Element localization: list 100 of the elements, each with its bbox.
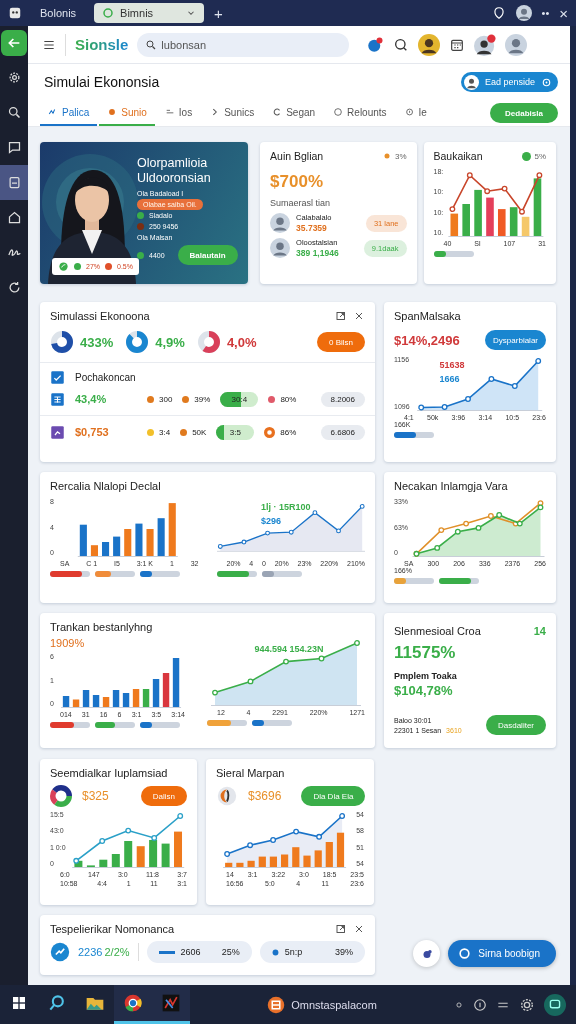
donut-value[interactable]: 4,9% xyxy=(155,334,185,350)
leaf-icon xyxy=(58,261,69,272)
donut-value[interactable]: 433% xyxy=(80,334,114,350)
simulate-button[interactable]: 0 Bilsn xyxy=(317,332,365,352)
browser-tab[interactable]: Bimnis xyxy=(94,3,205,23)
pill-value: 3:5 xyxy=(229,427,241,437)
notification-icon[interactable] xyxy=(366,35,385,54)
range-slider[interactable] xyxy=(207,720,247,726)
range-slider[interactable] xyxy=(50,722,90,728)
info-icon[interactable] xyxy=(473,997,487,1012)
range-slider[interactable] xyxy=(252,720,292,726)
browser-icon xyxy=(123,993,143,1013)
avatar[interactable] xyxy=(418,33,441,56)
range-slider[interactable] xyxy=(95,722,135,728)
growth-value[interactable]: 1909% xyxy=(50,637,185,649)
search-field[interactable]: lubonsan xyxy=(137,32,350,57)
range-slider[interactable] xyxy=(216,571,257,577)
document-icon xyxy=(6,175,22,190)
range-slider[interactable] xyxy=(433,251,474,257)
assistant-button[interactable]: Sirna boobign xyxy=(448,940,556,967)
taskbar-app[interactable] xyxy=(152,985,190,1024)
metric-value: 86% xyxy=(280,427,297,437)
card-value[interactable]: $325 xyxy=(82,789,109,803)
tab[interactable]: Sunics xyxy=(202,100,263,126)
chart-label: 944.594 154.23N xyxy=(254,644,324,654)
donut-value[interactable]: 4,0% xyxy=(226,334,257,350)
taskbar-title[interactable]: Omnstaspalacom xyxy=(291,998,377,1011)
chart-label: $296 xyxy=(261,516,283,527)
trend-icon xyxy=(50,942,70,962)
card-value[interactable]: $3696 xyxy=(248,789,282,803)
badge-value: 3% xyxy=(394,151,407,161)
more-button[interactable]: •• xyxy=(541,7,550,19)
range-slider[interactable] xyxy=(140,722,180,728)
search-icon xyxy=(145,38,158,51)
profile-button[interactable]: Ead penside xyxy=(460,72,558,92)
avatar xyxy=(463,74,479,90)
gauge-icon xyxy=(50,424,65,440)
avatar-with-badge[interactable] xyxy=(474,33,497,56)
card-title: Rercalia Nlalopi Declal xyxy=(50,480,161,492)
performance-value[interactable]: 2236 xyxy=(78,946,103,958)
hero-button[interactable]: Balautain xyxy=(177,245,238,265)
spending-button[interactable]: Dla Dla Ela xyxy=(301,786,366,806)
person-value[interactable]: 35.7359 xyxy=(296,223,360,233)
tab[interactable]: Ios xyxy=(156,100,201,126)
market-button[interactable]: Dysparbialar xyxy=(485,330,546,350)
chip-share: 39% xyxy=(335,947,353,957)
row-value[interactable]: 43,4% xyxy=(75,393,137,405)
card-title: Slenmesioal Croa xyxy=(394,625,481,637)
investment-button[interactable]: Dalisn xyxy=(140,786,187,806)
browser-tab[interactable]: Bolonis xyxy=(32,3,85,23)
shield-icon[interactable] xyxy=(491,6,506,20)
tab-icon xyxy=(333,107,344,117)
market-value[interactable]: $14%,2496 xyxy=(394,332,460,348)
chip-text: 2606 xyxy=(180,947,201,957)
tab[interactable]: Relounts xyxy=(325,100,395,126)
crop-amount[interactable]: $104,78% xyxy=(394,683,546,698)
badge-value: 5% xyxy=(534,151,546,161)
section-title[interactable]: Pochakoncan xyxy=(75,371,136,383)
assistant-icon-button[interactable] xyxy=(413,940,441,967)
person-value[interactable]: 389 1,1946 xyxy=(296,248,358,258)
expand-icon[interactable] xyxy=(335,923,347,935)
tab[interactable]: Ie xyxy=(396,100,435,126)
metric-value: 80% xyxy=(280,394,297,404)
range-slider[interactable] xyxy=(50,571,90,577)
donut-icon xyxy=(216,785,238,807)
caption[interactable]: Sumaerasl tian xyxy=(270,198,407,208)
performance-change[interactable]: 2/2% xyxy=(104,946,130,958)
card-title: Baukaikan xyxy=(433,150,483,162)
close-button[interactable]: × xyxy=(559,4,568,22)
badge-value[interactable]: 14 xyxy=(533,625,546,637)
metric-value: 50K xyxy=(192,427,207,437)
chat-icon[interactable] xyxy=(544,993,566,1016)
settings-icon[interactable] xyxy=(519,996,535,1013)
summary-value[interactable]: $700% xyxy=(270,172,407,192)
close-icon[interactable] xyxy=(353,310,365,322)
range-slider[interactable] xyxy=(394,432,434,438)
crop-button[interactable]: Dasdaliter xyxy=(486,715,546,735)
tab-icon xyxy=(107,107,118,117)
action-button[interactable]: Dedabisla xyxy=(490,103,558,123)
chart-label: 1lj · 15R100 xyxy=(261,502,311,513)
expand-icon[interactable] xyxy=(335,310,347,322)
crop-value[interactable]: 11575% xyxy=(394,643,546,663)
range-slider[interactable] xyxy=(140,571,180,577)
range-slider[interactable] xyxy=(439,578,479,584)
crop-label[interactable]: Pmplem Toaka xyxy=(394,671,546,681)
metric-value: 300 xyxy=(159,394,173,404)
value-chip: 6.6806 xyxy=(320,424,365,440)
card-title: Auin Bglian xyxy=(270,150,324,162)
close-icon[interactable] xyxy=(353,923,365,935)
range-slider[interactable] xyxy=(95,571,135,577)
app-icon xyxy=(267,995,286,1014)
chat-icon xyxy=(6,140,22,155)
range-slider[interactable] xyxy=(394,578,434,584)
new-tab-button[interactable]: + xyxy=(214,4,223,22)
row-value[interactable]: $0,753 xyxy=(75,426,137,438)
range-slider[interactable] xyxy=(261,571,302,577)
dot-icon[interactable] xyxy=(454,999,464,1010)
taskbar-app[interactable] xyxy=(114,985,152,1024)
back-button[interactable] xyxy=(1,30,27,56)
tab[interactable]: Segan xyxy=(264,100,324,126)
